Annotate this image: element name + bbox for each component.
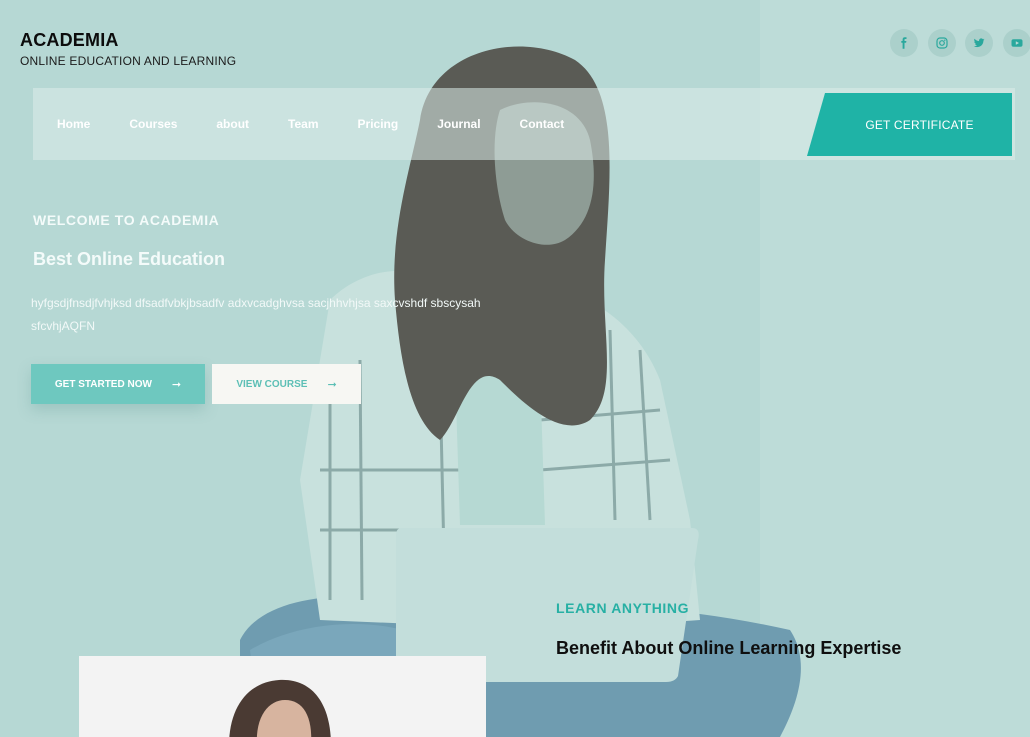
arrow-right-icon: ➞ <box>327 378 337 391</box>
nav-item-contact[interactable]: Contact <box>520 117 565 131</box>
nav-menu: Home Courses about Team Pricing Journal … <box>57 88 603 160</box>
learn-kicker: LEARN ANYTHING <box>556 600 690 616</box>
nav-item-home[interactable]: Home <box>57 117 90 131</box>
get-started-button[interactable]: GET STARTED NOW ➞ <box>31 364 205 404</box>
hero-description: hyfgsdjfnsdjfvhjksd dfsadfvbkjbsadfv adx… <box>31 296 481 333</box>
hero-buttons: GET STARTED NOW ➞ VIEW COURSE ➞ <box>31 364 361 404</box>
learn-heading: Benefit About Online Learning Expertise <box>556 638 902 658</box>
view-course-button[interactable]: VIEW COURSE ➞ <box>212 364 361 404</box>
twitter-icon[interactable] <box>965 29 993 57</box>
get-started-label: GET STARTED NOW <box>54 378 152 390</box>
facebook-icon[interactable] <box>890 29 918 57</box>
nav-item-team[interactable]: Team <box>288 117 318 131</box>
hero-heading: Best Online Education <box>33 249 226 269</box>
youtube-icon[interactable] <box>1002 29 1030 57</box>
hero-content: WELCOME TO ACADEMIA Best Online Educatio… <box>31 212 511 338</box>
woman-portrait-image <box>79 656 486 737</box>
instagram-icon[interactable] <box>927 29 956 57</box>
get-certificate-label[interactable]: GET CERTIFICATE <box>827 93 1012 156</box>
nav-item-pricing[interactable]: Pricing <box>358 117 399 131</box>
nav-item-about[interactable]: about <box>216 117 249 131</box>
learn-section: LEARN ANYTHING Benefit About Online Lear… <box>556 600 901 659</box>
get-certificate-button[interactable]: GET CERTIFICATE <box>807 93 1012 156</box>
about-image-card <box>79 656 486 737</box>
arrow-right-icon: ➞ <box>171 378 182 391</box>
view-course-label: VIEW COURSE <box>236 378 308 390</box>
nav-item-courses[interactable]: Courses <box>129 117 177 131</box>
nav-item-journal[interactable]: Journal <box>437 117 480 131</box>
main-navbar: Home Courses about Team Pricing Journal … <box>33 88 1015 160</box>
hero-kicker: WELCOME TO ACADEMIA <box>33 212 220 228</box>
brand-tagline: ONLINE EDUCATION AND LEARNING <box>20 54 237 68</box>
brand-title[interactable]: ACADEMIA <box>20 30 236 51</box>
social-links <box>890 29 1030 57</box>
brand-block[interactable]: ACADEMIA ONLINE EDUCATION AND LEARNING <box>20 30 236 68</box>
